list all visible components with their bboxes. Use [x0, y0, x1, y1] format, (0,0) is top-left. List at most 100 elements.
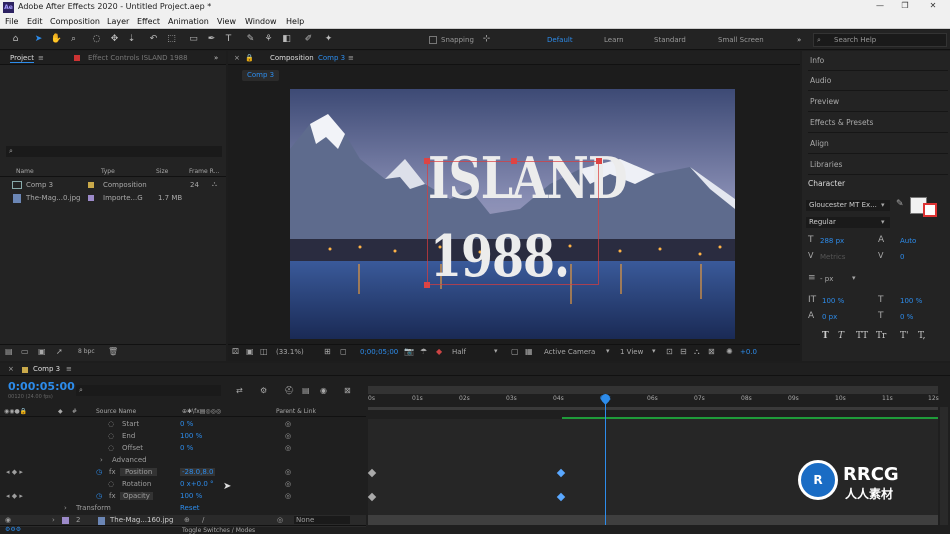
pen-tool-icon[interactable]: ✒ [205, 33, 218, 46]
menu-effect[interactable]: Effect [137, 17, 160, 26]
menu-composition[interactable]: Composition [50, 17, 100, 26]
show-snapshot-icon[interactable]: ☂ [420, 347, 427, 356]
timeline-menu-icon[interactable]: ≡ [66, 365, 72, 373]
timeline-scrollbar[interactable] [940, 407, 948, 525]
tsume-value[interactable]: 0 % [900, 313, 913, 321]
all-caps-icon[interactable]: TT [856, 331, 868, 341]
workspace-small-screen[interactable]: Small Screen [718, 36, 764, 44]
brush-tool-icon[interactable]: ✎ [244, 33, 257, 46]
flowchart-icon[interactable]: ⛬ [212, 180, 217, 189]
workspace-default[interactable]: Default [547, 36, 573, 44]
workspace-standard[interactable]: Standard [654, 36, 686, 44]
trash-icon[interactable]: 🗑 [108, 347, 118, 356]
panel-libraries[interactable]: Libraries [808, 155, 948, 175]
timeline-search-input[interactable]: ⌕ [76, 385, 221, 396]
work-area-bar[interactable] [368, 407, 938, 410]
menu-animation[interactable]: Animation [168, 17, 209, 26]
menu-help[interactable]: Help [286, 17, 304, 26]
col-size[interactable]: Size [156, 168, 168, 175]
puppet-pin-icon[interactable]: ✦ [322, 33, 335, 46]
close-icon[interactable]: × [8, 365, 14, 373]
label-icon[interactable]: ◆ [58, 408, 63, 415]
horizontal-scale-value[interactable]: 100 % [900, 297, 922, 305]
type-tool-icon[interactable]: T [222, 33, 235, 46]
parent-link-header[interactable]: Parent & Link [276, 408, 316, 415]
tab-project[interactable]: Project [10, 54, 34, 63]
pan-tool-icon[interactable]: ✥ [108, 33, 121, 46]
selection-tool-icon[interactable]: ➤ [32, 33, 45, 46]
project-menu-icon[interactable]: ≡ [38, 54, 44, 62]
exposure-value[interactable]: +0.0 [740, 348, 757, 356]
handle-icon[interactable] [424, 158, 430, 164]
new-composition-icon[interactable]: ▣ [38, 347, 46, 356]
bit-depth[interactable]: 8 bpc [78, 348, 95, 355]
subscript-icon[interactable]: T, [918, 331, 926, 341]
property-row[interactable]: ◌ Rotation 0 x+0.0 ° ◎ [0, 479, 366, 491]
motion-blur-icon[interactable]: ◉ [320, 386, 327, 395]
col-name[interactable]: Name [16, 168, 34, 175]
col-type[interactable]: Type [101, 168, 115, 175]
faux-italic-icon[interactable]: T [838, 331, 844, 341]
character-panel-title[interactable]: Character [808, 179, 845, 188]
new-folder-icon[interactable]: ▭ [21, 347, 29, 356]
grid-icon[interactable]: ⊞ [324, 347, 331, 356]
property-row[interactable]: ◂ ◆ ▸ ◷ fx Opacity 100 % ◎ [0, 491, 366, 503]
panel-audio[interactable]: Audio [808, 71, 948, 91]
draft-3d-icon[interactable]: ⚙ [260, 386, 267, 395]
leading-value[interactable]: Auto [900, 237, 916, 245]
tab-comp-timeline[interactable]: Comp 3 [33, 365, 60, 373]
menu-edit[interactable]: Edit [27, 17, 43, 26]
close-icon[interactable]: × [234, 54, 240, 62]
timeline-icon[interactable]: ⛬ [694, 347, 700, 357]
panel-preview[interactable]: Preview [808, 92, 948, 112]
rotate-tool-icon[interactable]: ↶ [147, 33, 160, 46]
stroke-width-value[interactable]: - px [820, 275, 833, 283]
pixel-aspect-icon[interactable]: ⊡ [666, 347, 673, 356]
transparency-grid-icon[interactable]: ▦ [525, 347, 533, 356]
menu-view[interactable]: View [217, 17, 236, 26]
adjust-settings-icon[interactable]: ➚ [56, 347, 63, 356]
panel-overflow-icon[interactable]: » [214, 54, 218, 62]
switches-icon[interactable]: ⊕✱\fx▤◎◎◎ [182, 408, 221, 415]
close-icon[interactable]: ✕ [923, 1, 943, 14]
time-navigator[interactable] [368, 386, 938, 394]
property-row[interactable]: ◂ ◆ ▸ ◷ fx Position -28.0,8.0 ◎ [0, 467, 366, 479]
vertical-scale-value[interactable]: 100 % [822, 297, 844, 305]
small-caps-icon[interactable]: Tr [876, 331, 886, 341]
region-icon[interactable]: ◻ [340, 347, 347, 356]
rectangle-tool-icon[interactable]: ▭ [187, 33, 200, 46]
clone-stamp-icon[interactable]: ⚘ [262, 33, 275, 46]
superscript-icon[interactable]: T' [900, 331, 908, 341]
project-search-input[interactable]: ⌕ [6, 146, 222, 157]
property-row[interactable]: ◌ End 100 % ◎ [0, 431, 366, 443]
comp-mini-flowchart-icon[interactable]: ⇄ [236, 386, 243, 395]
stroke-color-swatch[interactable] [923, 203, 937, 217]
frame-blending-icon[interactable]: ▤ [302, 386, 310, 395]
font-size-value[interactable]: 288 px [820, 237, 844, 245]
view-layout-dropdown[interactable]: 1 View [620, 348, 643, 356]
comp-breadcrumb[interactable]: Comp 3 [242, 70, 280, 81]
roto-brush-icon[interactable]: ✐ [302, 33, 315, 46]
preview-options-icon[interactable]: ⚄ [232, 347, 239, 356]
font-family-dropdown[interactable]: Gloucester MT Ex... [806, 200, 890, 211]
render-time-icon[interactable]: ⚙⚙⚙ [5, 526, 21, 533]
exposure-icon[interactable]: ✺ [726, 347, 733, 356]
shy-layers-icon[interactable]: ⛑ [284, 386, 294, 395]
graph-editor-icon[interactable]: ⊠ [344, 386, 351, 395]
menu-window[interactable]: Window [245, 17, 277, 26]
zoom-tool-icon[interactable]: ⌕ [67, 33, 80, 46]
time-ruler[interactable]: 0s 01s 02s 03s 04s 05s 06s 07s 08s 09s 1… [368, 394, 939, 406]
faux-bold-icon[interactable]: T [822, 331, 829, 341]
project-item-row[interactable]: The-Mag...0.jpg Importe...G 1.7 MB [0, 192, 226, 204]
col-frame-rate[interactable]: Frame R... [189, 168, 219, 175]
eyedropper-icon[interactable]: ✎ [896, 199, 904, 209]
handle-icon[interactable] [424, 282, 430, 288]
baseline-shift-value[interactable]: 0 px [822, 313, 837, 321]
source-name-header[interactable]: Source Name [96, 408, 136, 415]
mask-visibility-icon[interactable]: ▣ [246, 347, 254, 356]
toggle-switches-modes[interactable]: Toggle Switches / Modes [182, 527, 255, 534]
av-features-icon[interactable]: ◉◉●🔒 [4, 408, 27, 415]
dolly-tool-icon[interactable]: ⇣ [125, 33, 138, 46]
snapping-checkbox[interactable] [429, 36, 437, 44]
orbit-tool-icon[interactable]: ◌ [90, 33, 103, 46]
